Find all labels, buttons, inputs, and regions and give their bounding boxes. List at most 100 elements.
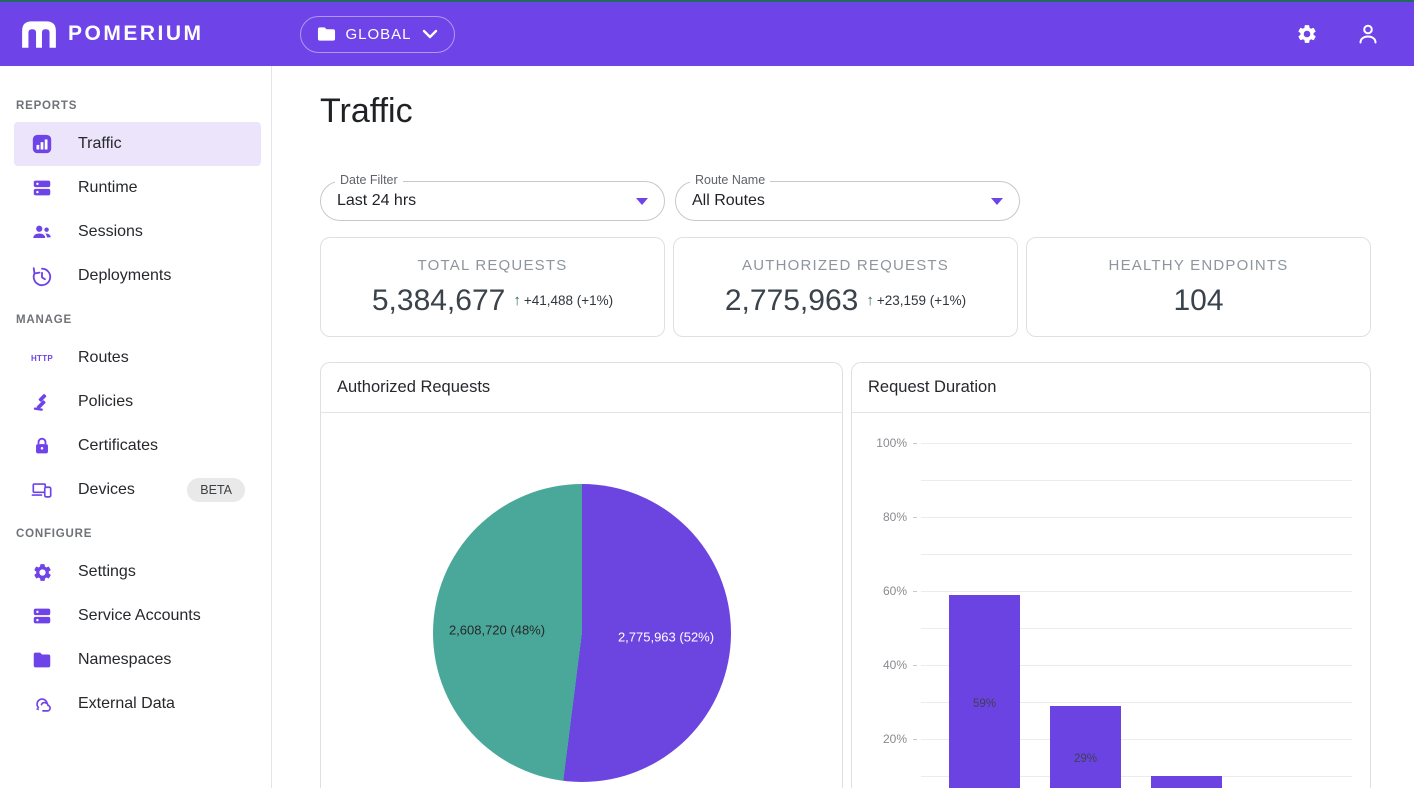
y-axis-tick-label: 20% — [867, 732, 907, 746]
folder-icon — [30, 649, 54, 671]
sidebar-item-label: Policies — [78, 393, 133, 411]
axis-tick — [913, 443, 917, 444]
stat-delta: +41,488 (+1%) — [524, 293, 613, 308]
sidebar-item-settings[interactable]: Settings — [14, 550, 261, 594]
charts-row: Authorized Requests 2,608,720 (48%) 2,77… — [320, 362, 1371, 788]
stat-delta: +23,159 (+1%) — [877, 293, 966, 308]
trend-up-icon — [866, 292, 874, 309]
sidebar-item-label: Settings — [78, 563, 136, 581]
bar — [1151, 776, 1222, 788]
sidebar-item-label: Deployments — [78, 267, 171, 285]
sidebar-item-label: Namespaces — [78, 651, 171, 669]
section-header-manage: MANAGE — [0, 314, 271, 326]
stat-card-authorized-requests: AUTHORIZED REQUESTS 2,775,963 +23,159 (+… — [673, 237, 1018, 337]
pie-chart: 2,608,720 (48%) 2,775,963 (52%) — [321, 413, 842, 788]
sidebar-item-routes[interactable]: HTTP Routes — [14, 336, 261, 380]
chevron-down-icon — [422, 29, 438, 39]
sidebar-item-label: Routes — [78, 349, 129, 367]
sidebar-item-namespaces[interactable]: Namespaces — [14, 638, 261, 682]
sidebar-item-label: Service Accounts — [78, 607, 201, 625]
stat-value: 2,775,963 — [725, 284, 858, 318]
grid-line — [921, 517, 1352, 518]
authorized-requests-chart-card: Authorized Requests 2,608,720 (48%) 2,77… — [320, 362, 843, 788]
stat-label: HEALTHY ENDPOINTS — [1109, 257, 1289, 274]
request-duration-chart-card: Request Duration 20%40%60%80%100%59%29%1… — [851, 362, 1371, 788]
chart-title: Request Duration — [852, 363, 1370, 413]
route-name-label: Route Name — [690, 173, 770, 187]
sidebar-item-label: Certificates — [78, 437, 158, 455]
stat-value: 104 — [1173, 284, 1223, 318]
date-filter-value: Last 24 hrs — [337, 192, 416, 210]
pie-slice-label: 2,775,963 (52%) — [618, 630, 714, 645]
sidebar-item-sessions[interactable]: Sessions — [14, 210, 261, 254]
beta-badge: BETA — [187, 478, 245, 502]
gavel-icon — [30, 391, 54, 413]
bar-plot: 20%40%60%80%100%59%29%10% — [852, 413, 1370, 788]
http-icon: HTTP — [30, 354, 54, 363]
sidebar-item-label: Sessions — [78, 223, 143, 241]
topbar: POMERIUM GLOBAL — [0, 2, 1414, 66]
namespace-selector-label: GLOBAL — [346, 26, 412, 43]
axis-tick — [913, 517, 917, 518]
date-filter-select[interactable]: Date Filter Last 24 hrs — [320, 181, 665, 221]
axis-tick — [913, 665, 917, 666]
sidebar-item-service-accounts[interactable]: Service Accounts — [14, 594, 261, 638]
sidebar-item-runtime[interactable]: Runtime — [14, 166, 261, 210]
sidebar-item-traffic[interactable]: Traffic — [14, 122, 261, 166]
traffic-chart-icon — [30, 133, 54, 155]
brand-name: POMERIUM — [68, 22, 204, 46]
folder-icon — [317, 26, 336, 42]
settings-gear-button[interactable] — [1296, 23, 1318, 45]
chart-title: Authorized Requests — [321, 363, 842, 413]
bar-value-label: 59% — [973, 698, 996, 710]
sidebar-item-devices[interactable]: Devices BETA — [14, 468, 261, 512]
trend-up-icon — [513, 292, 521, 309]
sidebar-item-external-data[interactable]: External Data — [14, 682, 261, 726]
brand: POMERIUM — [20, 19, 204, 49]
gear-icon — [30, 562, 54, 583]
route-name-select[interactable]: Route Name All Routes — [675, 181, 1020, 221]
stat-value: 5,384,677 — [372, 284, 505, 318]
history-clock-icon — [30, 265, 54, 287]
y-axis-tick-label: 100% — [867, 436, 907, 450]
section-header-configure: CONFIGURE — [0, 528, 271, 540]
sidebar-item-label: Traffic — [78, 135, 122, 153]
pie-slice-label: 2,608,720 (48%) — [449, 623, 545, 638]
grid-line — [921, 480, 1352, 481]
dropdown-arrow-icon — [991, 198, 1003, 205]
sidebar: REPORTS Traffic Runtime Sessions Deploym… — [0, 66, 272, 788]
grid-line — [921, 554, 1352, 555]
main-content: Traffic Date Filter Last 24 hrs Route Na… — [272, 66, 1414, 788]
sidebar-item-label: Runtime — [78, 179, 138, 197]
lock-icon — [30, 435, 54, 457]
section-header-reports: REPORTS — [0, 100, 271, 112]
bar — [1050, 706, 1121, 788]
sidebar-item-certificates[interactable]: Certificates — [14, 424, 261, 468]
stats-row: TOTAL REQUESTS 5,384,677 +41,488 (+1%) A… — [320, 237, 1371, 337]
y-axis-tick-label: 60% — [867, 584, 907, 598]
y-axis-tick-label: 80% — [867, 510, 907, 524]
axis-tick — [913, 591, 917, 592]
devices-icon — [30, 479, 54, 501]
bar — [949, 595, 1020, 788]
server-stack-icon — [30, 605, 54, 627]
dropdown-arrow-icon — [636, 198, 648, 205]
page-title: Traffic — [320, 92, 1371, 131]
date-filter-label: Date Filter — [335, 173, 403, 187]
namespace-selector-button[interactable]: GLOBAL — [300, 16, 455, 53]
grid-line — [921, 443, 1352, 444]
stat-label: AUTHORIZED REQUESTS — [742, 257, 949, 274]
route-name-value: All Routes — [692, 192, 765, 210]
people-icon — [30, 221, 54, 243]
sidebar-item-policies[interactable]: Policies — [14, 380, 261, 424]
cloud-sync-icon — [30, 693, 54, 715]
sidebar-item-deployments[interactable]: Deployments — [14, 254, 261, 298]
axis-tick — [913, 739, 917, 740]
sidebar-item-label: Devices — [78, 481, 135, 499]
filter-row: Date Filter Last 24 hrs Route Name All R… — [320, 181, 1371, 221]
grid-line — [921, 591, 1352, 592]
account-button[interactable] — [1356, 22, 1380, 46]
stat-label: TOTAL REQUESTS — [418, 257, 568, 274]
server-stack-icon — [30, 177, 54, 199]
y-axis-tick-label: 40% — [867, 658, 907, 672]
